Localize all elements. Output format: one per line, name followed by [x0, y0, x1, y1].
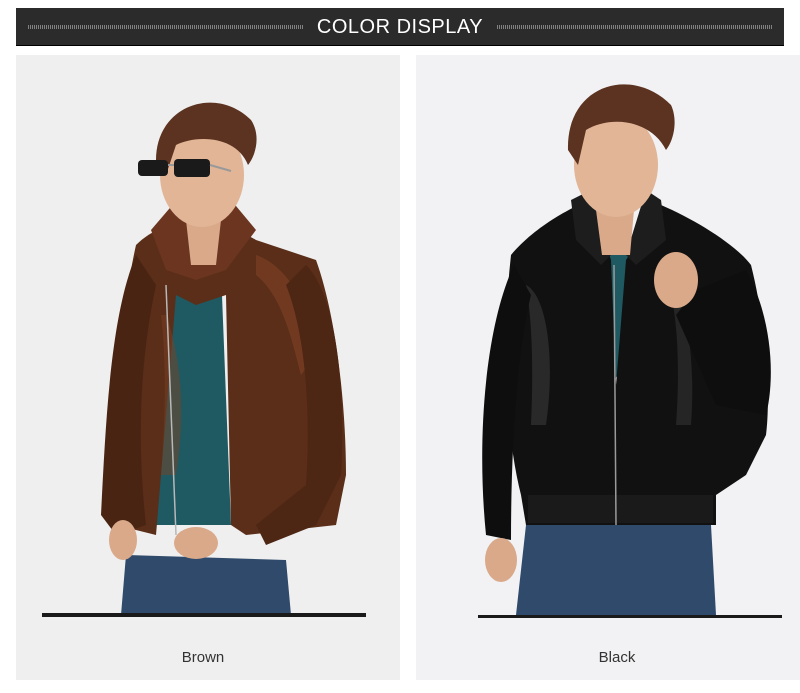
color-option-brown[interactable]: Brown: [16, 55, 400, 680]
black-jacket-model-image: [482, 84, 771, 615]
color-option-black[interactable]: Black: [416, 55, 800, 680]
section-header: COLOR DISPLAY: [16, 8, 784, 46]
color-label: Black: [598, 649, 636, 666]
color-label: Brown: [181, 649, 225, 666]
header-decoration-right: [497, 25, 772, 29]
ground-line: [478, 615, 782, 618]
ground-line: [42, 613, 366, 617]
brown-jacket-model-image: [101, 102, 346, 615]
